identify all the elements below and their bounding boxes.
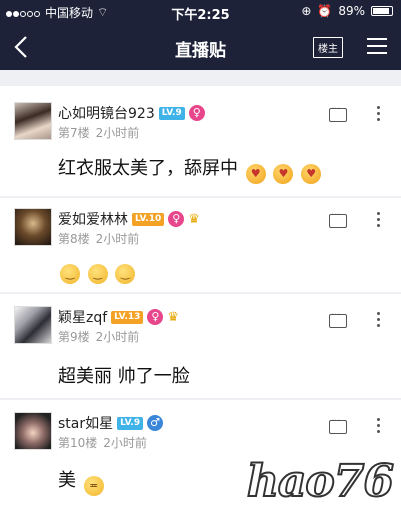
female-icon: ♀ — [168, 211, 185, 227]
avatar[interactable] — [14, 102, 52, 140]
list-item: 心如明镜台923 LV.9 ♀ 第7楼 2小时前 红衣服太美了，舔屏中 ♥ ♥ ♥ — [0, 86, 401, 196]
floor-number: 第8楼 — [58, 232, 90, 246]
post-text: 红衣服太美了，舔屏中 — [58, 158, 238, 179]
heart-eyes-emoji-icon: ♥ — [245, 164, 266, 184]
status-bar: 中国移动 ⌔ 下午2:25 ⊕ ⏰ 89% — [0, 0, 401, 24]
more-icon[interactable] — [377, 312, 381, 330]
floor-number: 第10楼 — [58, 436, 98, 450]
reply-icon[interactable] — [329, 104, 347, 122]
username[interactable]: 爱如爱林林 — [58, 209, 128, 229]
crown-icon: ♛ — [188, 211, 200, 227]
lock-rotation-icon: ⊕ — [301, 4, 312, 18]
menu-icon[interactable] — [367, 38, 387, 56]
battery-icon — [371, 6, 393, 16]
crown-icon: ♛ — [167, 309, 180, 325]
grin-emoji-icon: ‿ — [115, 264, 136, 284]
smirk-emoji-icon: ≖ — [83, 476, 104, 496]
post-text: 超美丽 帅了一脸 — [58, 366, 190, 387]
battery-percent: 89% — [338, 4, 365, 18]
avatar[interactable] — [14, 412, 52, 450]
male-icon: ♂ — [147, 415, 164, 431]
post-time: 2小时前 — [95, 232, 140, 246]
username[interactable]: 心如明镜台923 — [58, 103, 155, 123]
level-badge: LV.9 — [117, 416, 144, 430]
avatar[interactable] — [14, 306, 52, 344]
heart-eyes-emoji-icon: ♥ — [273, 164, 294, 184]
floor-number: 第7楼 — [58, 126, 90, 140]
post-time: 2小时前 — [95, 330, 140, 344]
list-item: 颖星zqf LV.13 ♀ ♛ 第9楼 2小时前 超美丽 帅了一脸 — [0, 294, 401, 398]
floor-number: 第9楼 — [58, 330, 90, 344]
grin-emoji-icon: ‿ — [87, 264, 108, 284]
reply-icon[interactable] — [329, 310, 347, 328]
username[interactable]: 颖星zqf — [58, 307, 107, 327]
female-icon: ♀ — [147, 309, 164, 325]
level-badge: LV.9 — [158, 106, 185, 120]
avatar[interactable] — [14, 208, 52, 246]
post-time: 2小时前 — [95, 126, 140, 140]
reply-icon[interactable] — [329, 210, 347, 228]
level-badge: LV.13 — [111, 310, 144, 324]
heart-eyes-emoji-icon: ♥ — [301, 164, 322, 184]
louzhu-filter-button[interactable]: 楼主 — [313, 37, 343, 58]
level-badge: LV.10 — [132, 212, 165, 226]
alarm-icon: ⏰ — [317, 4, 333, 18]
post-time: 2小时前 — [103, 436, 147, 450]
nav-bar: 直播贴 楼主 — [0, 24, 401, 70]
reply-icon[interactable] — [329, 416, 347, 434]
grin-emoji-icon: ‿ — [60, 264, 80, 284]
list-item: 爱如爱林林 LV.10 ♀ ♛ 第8楼 2小时前 ‿ ‿ ‿ — [0, 198, 401, 292]
female-icon: ♀ — [188, 105, 205, 121]
more-icon[interactable] — [377, 418, 381, 436]
more-icon[interactable] — [377, 106, 381, 124]
post-text: 美 — [58, 470, 76, 491]
site-watermark: hao76 — [246, 455, 395, 508]
more-icon[interactable] — [377, 212, 381, 230]
username[interactable]: star如星 — [58, 413, 113, 433]
